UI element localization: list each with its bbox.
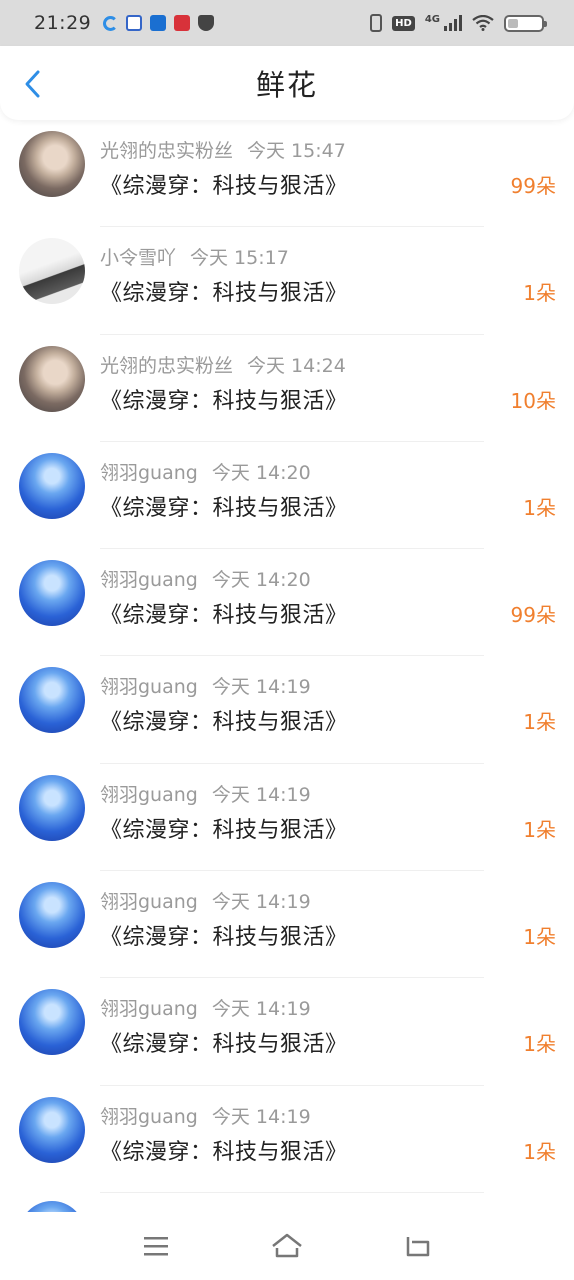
user-name[interactable]: 光翎的忠实粉丝 xyxy=(100,140,233,162)
signal-icon xyxy=(444,15,462,31)
status-bar: 21:29 HD 4G xyxy=(0,0,574,46)
timestamp: 今天 14:19 xyxy=(211,891,311,914)
timestamp: 今天 14:19 xyxy=(211,783,311,806)
chevron-left-icon xyxy=(25,70,40,98)
timestamp: 今天 14:19 xyxy=(211,998,311,1021)
blue-app-icon xyxy=(150,15,167,31)
item-meta: 翎羽guang 今天 14:19 xyxy=(100,780,311,807)
avatar[interactable] xyxy=(19,882,85,949)
timestamp: 今天 14:24 xyxy=(247,354,346,377)
book-title[interactable]: 《综漫穿：科技与狠活》 xyxy=(100,383,348,415)
user-name[interactable]: 小令雪吖 xyxy=(100,247,176,269)
flower-count: 1朵 xyxy=(523,495,556,520)
user-name[interactable]: 光翎的忠实粉丝 xyxy=(100,355,233,377)
flower-count: 99朵 xyxy=(510,174,556,198)
list-item[interactable]: 翎羽guang 今天 14:19 《综漫穿：科技与狠活》 1朵 xyxy=(0,978,574,1086)
item-meta: 翎羽guang 今天 14:19 xyxy=(100,672,311,699)
user-name[interactable]: 翎羽guang xyxy=(100,462,198,484)
timestamp: 今天 14:19 xyxy=(211,1105,311,1128)
item-meta: 光翎的忠实粉丝 今天 14:24 xyxy=(100,351,346,378)
user-name[interactable]: 翎羽guang xyxy=(100,569,198,591)
vibrate-icon xyxy=(370,14,383,32)
back-icon xyxy=(407,1237,430,1257)
item-meta: 翎羽guang 今天 14:19 xyxy=(100,994,311,1021)
item-meta: 翎羽guang 今天 14:20 xyxy=(100,458,311,485)
flower-count: 1朵 xyxy=(523,817,556,842)
avatar[interactable] xyxy=(19,560,85,627)
status-time: 21:29 xyxy=(34,12,92,34)
system-navigation-bar xyxy=(0,1212,574,1280)
item-meta: 翎羽guang 今天 14:20 xyxy=(100,565,311,592)
avatar[interactable] xyxy=(19,989,85,1056)
list-item[interactable]: 翎羽guang 今天 14:19 《综漫穿：科技与狠活》 1朵 xyxy=(0,1086,574,1193)
user-name[interactable]: 翎羽guang xyxy=(100,784,198,806)
flower-count: 10朵 xyxy=(510,388,556,413)
hd-icon: HD xyxy=(392,15,415,31)
timestamp: 今天 14:20 xyxy=(211,461,311,484)
shield-icon xyxy=(198,15,215,31)
battery-icon xyxy=(504,14,547,32)
timestamp: 今天 15:47 xyxy=(247,140,346,162)
avatar[interactable] xyxy=(19,1201,85,1212)
status-system-icons: HD 4G xyxy=(370,14,547,32)
book-title[interactable]: 《综漫穿：科技与狠活》 xyxy=(100,919,348,951)
user-name[interactable]: 翎羽guang xyxy=(100,998,198,1020)
book-title[interactable]: 《综漫穿：科技与狠活》 xyxy=(100,1134,348,1166)
flower-count: 99朵 xyxy=(510,603,556,628)
list-item[interactable]: 翎羽guang 今天 14:20 《综漫穿：科技与狠活》 99朵 xyxy=(0,549,574,657)
book-title[interactable]: 《综漫穿：科技与狠活》 xyxy=(100,1026,348,1058)
sync-icon xyxy=(103,15,119,31)
list-item[interactable]: 光翎的忠实粉丝 今天 14:24 《综漫穿：科技与狠活》 10朵 xyxy=(0,335,574,442)
page-title: 鲜花 xyxy=(255,68,318,102)
timestamp: 今天 14:20 xyxy=(211,569,311,592)
book-title[interactable]: 《综漫穿：科技与狠活》 xyxy=(100,275,348,307)
avatar[interactable] xyxy=(19,345,85,412)
system-back-button[interactable] xyxy=(398,1226,438,1266)
list-item[interactable]: 翎羽guang 今天 14:19 《综漫穿：科技与狠活》 1朵 xyxy=(0,764,574,872)
home-button[interactable] xyxy=(267,1226,307,1266)
menu-icon xyxy=(143,1237,168,1256)
network-type: 4G xyxy=(424,14,440,25)
flower-count: 1朵 xyxy=(523,281,556,306)
item-meta: 翎羽guang 今天 14:19 xyxy=(100,887,311,914)
book-title[interactable]: 《综漫穿：科技与狠活》 xyxy=(100,168,348,200)
back-button[interactable] xyxy=(14,66,50,102)
avatar[interactable] xyxy=(19,452,85,519)
list-item-partial[interactable] xyxy=(0,1193,574,1212)
flower-list[interactable]: 光翎的忠实粉丝 今天 15:47 《综漫穿：科技与狠活》 99朵 小令雪吖 今天 15:1… xyxy=(0,120,574,1212)
avatar[interactable] xyxy=(19,238,85,305)
flower-count: 1朵 xyxy=(523,925,556,950)
book-title[interactable]: 《综漫穿：科技与狠活》 xyxy=(100,597,348,629)
avatar[interactable] xyxy=(19,774,85,841)
avatar[interactable] xyxy=(19,1096,85,1163)
user-name[interactable]: 翎羽guang xyxy=(100,676,198,698)
flower-count: 1朵 xyxy=(523,710,556,735)
book-title[interactable]: 《综漫穿：科技与狠活》 xyxy=(100,704,348,736)
flower-count: 1朵 xyxy=(523,1139,556,1164)
menu-button[interactable] xyxy=(136,1226,176,1266)
book-title[interactable]: 《综漫穿：科技与狠活》 xyxy=(100,490,348,522)
avatar[interactable] xyxy=(19,131,85,197)
timestamp: 今天 15:17 xyxy=(190,247,289,270)
item-meta: 光翎的忠实粉丝 今天 15:47 xyxy=(100,136,346,163)
home-icon xyxy=(272,1233,302,1258)
list-item[interactable]: 翎羽guang 今天 14:19 《综漫穿：科技与狠活》 1朵 xyxy=(0,656,574,764)
baidu-icon xyxy=(126,15,143,31)
list-item[interactable]: 翎羽guang 今天 14:19 《综漫穿：科技与狠活》 1朵 xyxy=(0,871,574,979)
wifi-icon xyxy=(472,15,494,31)
flower-count: 1朵 xyxy=(523,1032,556,1057)
timestamp: 今天 14:19 xyxy=(211,676,311,699)
item-meta: 翎羽guang 今天 14:19 xyxy=(100,1102,311,1129)
list-item[interactable]: 光翎的忠实粉丝 今天 15:47 《综漫穿：科技与狠活》 99朵 xyxy=(0,120,574,228)
status-notification-icons xyxy=(103,15,215,31)
red-app-icon xyxy=(174,15,191,31)
item-meta: 小令雪吖 今天 15:17 xyxy=(100,243,289,270)
user-name[interactable]: 翎羽guang xyxy=(100,891,198,913)
book-title[interactable]: 《综漫穿：科技与狠活》 xyxy=(100,812,348,844)
list-item[interactable]: 小令雪吖 今天 15:17 《综漫穿：科技与狠活》 1朵 xyxy=(0,227,574,335)
list-item[interactable]: 翎羽guang 今天 14:20 《综漫穿：科技与狠活》 1朵 xyxy=(0,442,574,550)
header: 鲜花 xyxy=(0,46,574,120)
avatar[interactable] xyxy=(19,667,85,734)
user-name[interactable]: 翎羽guang xyxy=(100,1106,198,1128)
